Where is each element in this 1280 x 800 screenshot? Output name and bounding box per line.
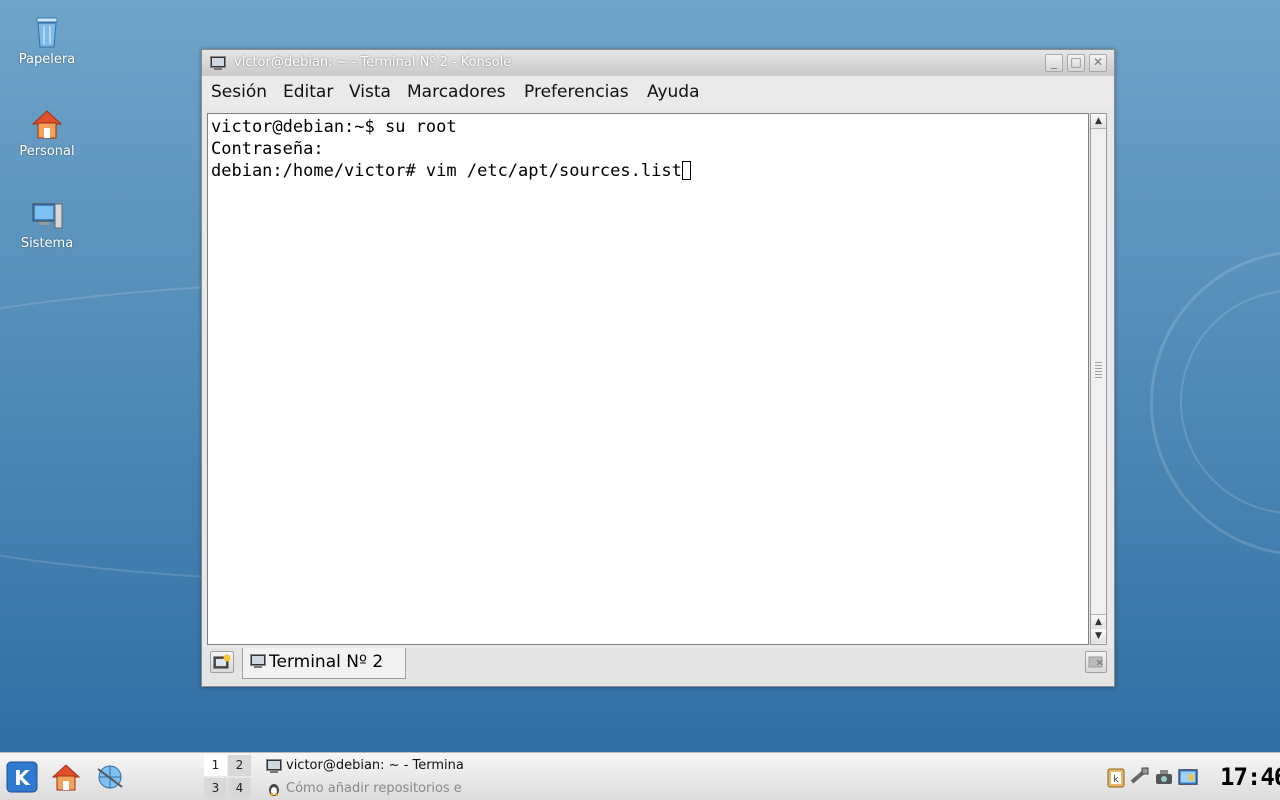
desktop-icon-label: Personal — [19, 144, 75, 159]
terminal-line: debian:/home/victor# vim /etc/apt/source… — [211, 160, 1088, 182]
svg-text:K: K — [14, 766, 31, 790]
terminal-line-text: debian:/home/victor# vim /etc/apt/source… — [211, 161, 682, 181]
text-cursor — [681, 161, 691, 180]
linux-icon — [269, 784, 279, 796]
vertical-scrollbar[interactable]: ▲ ▲ ▼ — [1090, 113, 1107, 645]
pager-desktop-1[interactable]: 1 — [204, 755, 227, 776]
maximize-button[interactable]: □ — [1067, 54, 1085, 72]
device-icon[interactable] — [1154, 766, 1174, 788]
pager-desktop-4[interactable]: 4 — [228, 778, 251, 799]
terminal-icon — [266, 759, 282, 773]
konsole-window: victor@debian: ~ - Terminal Nº 2 - Konso… — [201, 49, 1115, 687]
menu-ayuda[interactable]: Ayuda — [647, 77, 700, 107]
display-settings-icon[interactable] — [1178, 766, 1198, 788]
klipper-clipboard-icon[interactable]: k — [1106, 766, 1126, 788]
network-cable-icon[interactable] — [1130, 766, 1150, 788]
desktop-icon-personal[interactable]: Personal — [8, 106, 86, 159]
window-title: victor@debian: ~ - Terminal Nº 2 - Konso… — [234, 55, 512, 70]
desktop-icon-system[interactable]: Sistema — [8, 198, 86, 251]
scroll-up-arrow-icon[interactable]: ▲ — [1091, 614, 1106, 630]
terminal-icon — [250, 654, 266, 668]
task-label: Cómo añadir repositorios e — [286, 781, 462, 796]
computer-icon — [32, 203, 63, 229]
pager-desktop-2[interactable]: 2 — [228, 755, 251, 776]
kde-menu-icon[interactable]: K — [6, 761, 38, 793]
task-browser[interactable]: Cómo añadir repositorios e — [264, 778, 464, 799]
desktop-pager: 1 2 3 4 — [204, 755, 252, 799]
web-browser-icon[interactable] — [94, 761, 126, 793]
scrollbar-grip[interactable] — [1095, 362, 1102, 380]
taskbar: K 1 2 3 4 victor@debian: ~ - Termina Cóm… — [0, 752, 1280, 800]
tab-bar: Terminal Nº 2 — [202, 648, 1114, 684]
window-titlebar[interactable]: victor@debian: ~ - Terminal Nº 2 - Konso… — [202, 50, 1114, 76]
scroll-up-arrow-icon[interactable]: ▲ — [1091, 114, 1106, 129]
close-terminal-icon — [1088, 656, 1103, 668]
terminal-icon — [210, 56, 226, 70]
menu-bar: Sesión Editar Vista Marcadores Preferenc… — [202, 76, 1114, 108]
close-tab-button[interactable] — [1085, 651, 1107, 673]
task-konsole[interactable]: victor@debian: ~ - Termina — [264, 755, 464, 776]
home-icon — [31, 110, 63, 139]
desktop-icon-trash[interactable]: Papelera — [8, 14, 86, 67]
menu-marcadores[interactable]: Marcadores — [407, 77, 506, 107]
menu-sesion[interactable]: Sesión — [211, 77, 267, 107]
menu-preferencias[interactable]: Preferencias — [524, 77, 629, 107]
scroll-down-arrow-icon[interactable]: ▼ — [1091, 629, 1106, 643]
task-label: victor@debian: ~ - Termina — [286, 758, 464, 773]
minimize-button[interactable]: _ — [1045, 54, 1063, 72]
close-button[interactable]: ✕ — [1089, 54, 1107, 72]
menu-editar[interactable]: Editar — [283, 77, 333, 107]
menu-vista[interactable]: Vista — [349, 77, 391, 107]
new-terminal-icon — [213, 654, 231, 669]
tab-terminal-2[interactable]: Terminal Nº 2 — [242, 648, 406, 679]
pager-desktop-3[interactable]: 3 — [204, 778, 227, 799]
terminal-line: victor@debian:~$ su root — [211, 117, 457, 137]
clock[interactable]: 17:46 — [1220, 763, 1280, 791]
trash-icon — [36, 17, 58, 48]
desktop-icon-label: Papelera — [18, 52, 76, 67]
terminal-area[interactable]: victor@debian:~$ su root Contraseña: deb… — [207, 113, 1089, 645]
terminal-line: Contraseña: — [211, 139, 324, 159]
new-tab-button[interactable] — [210, 651, 234, 673]
home-icon[interactable] — [50, 761, 82, 793]
svg-text:k: k — [1113, 775, 1119, 785]
desktop-icon-label: Sistema — [20, 236, 74, 251]
tab-label: Terminal Nº 2 — [269, 652, 384, 672]
